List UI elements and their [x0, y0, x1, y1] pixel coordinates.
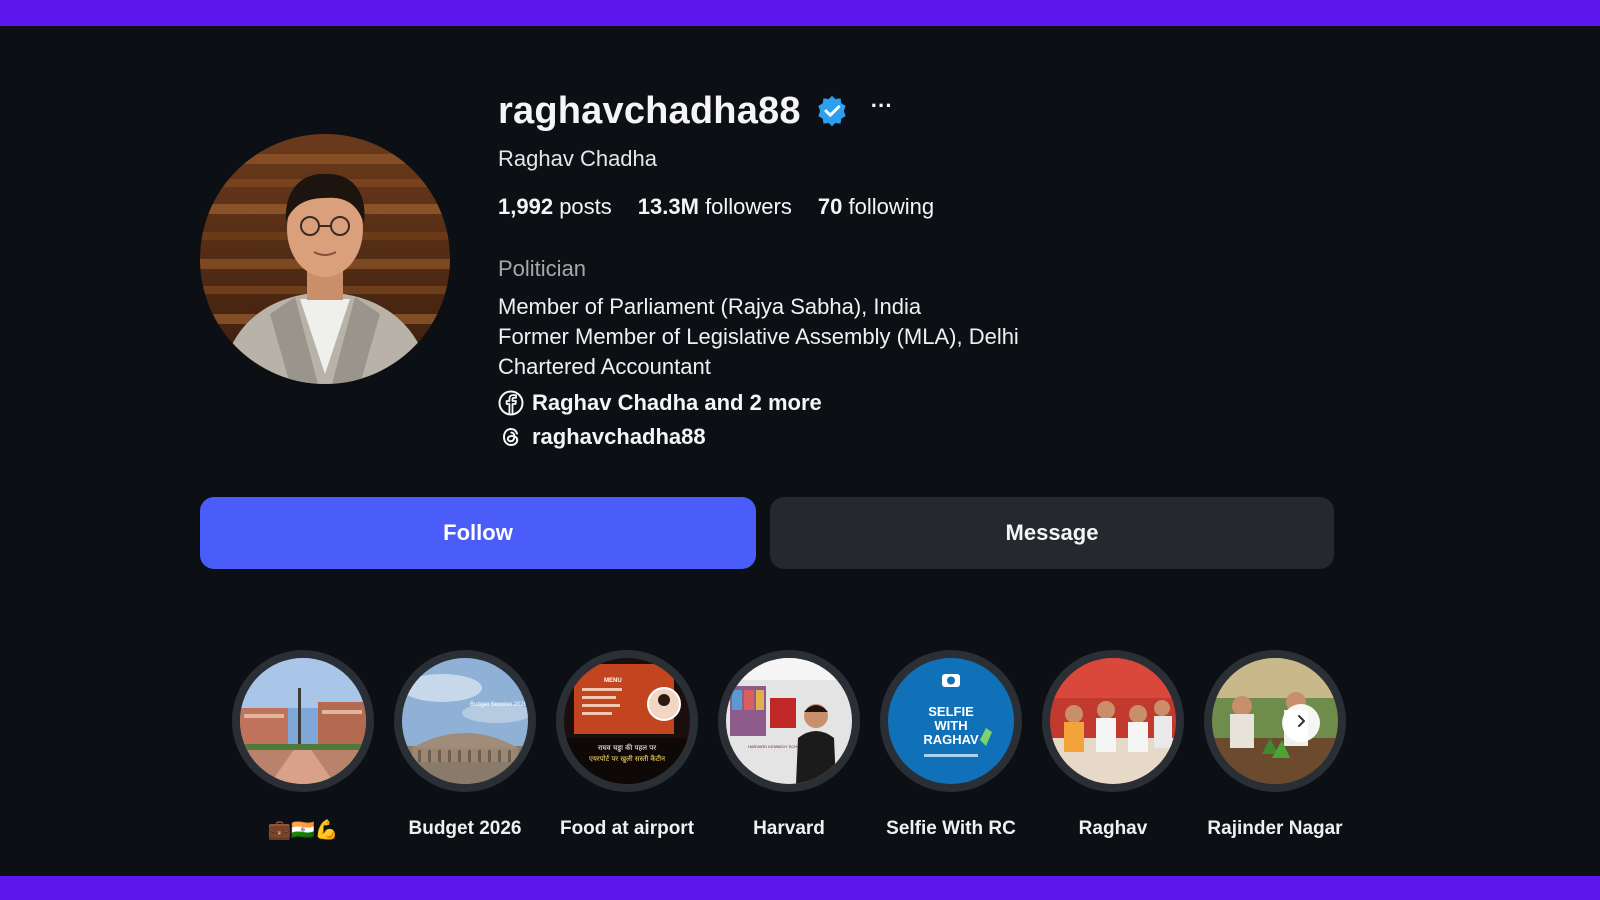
highlight-cover[interactable]: SELFIE WITH RAGHAV [880, 650, 1022, 792]
highlight-item[interactable]: Budget Session 2026 Budget 2026 [384, 650, 546, 840]
threads-icon [498, 424, 524, 450]
selfie-line1: SELFIE [928, 704, 974, 719]
bio-line: Former Member of Legislative Assembly (M… [498, 324, 1019, 349]
stat-followers[interactable]: 13.3M followers [638, 194, 792, 220]
highlight-cover[interactable]: HARVARD KENNEDY SCHOOL [718, 650, 860, 792]
budget-session-text: Budget Session 2026 [470, 702, 528, 708]
selfie-graphic: SELFIE WITH RAGHAV [888, 658, 1014, 784]
profile-bio: Member of Parliament (Rajya Sabha), Indi… [498, 292, 1198, 382]
menu-text: MENU [604, 678, 622, 684]
highlight-label: Budget 2026 [408, 818, 522, 839]
follow-button[interactable]: Follow [200, 497, 756, 569]
highlight-item[interactable]: Rajinder Nagar [1194, 650, 1356, 840]
highlight-label: 💼🇮🇳💪 [267, 820, 339, 841]
selfie-line2: WITH [934, 718, 967, 733]
highlight-cover[interactable] [232, 650, 374, 792]
highlight-item[interactable]: MENU राघव चड्ढा की पहल पर एयरपोर्ट पर खु… [546, 650, 708, 840]
food-caption-line2: एयरपोर्ट पर खुली सस्ती कैंटीन [589, 754, 665, 763]
message-button[interactable]: Message [770, 497, 1334, 569]
stat-posts[interactable]: 1,992 posts [498, 194, 612, 220]
raghav-event-photo [1050, 658, 1176, 784]
parliament-photo [240, 658, 366, 784]
highlight-cover[interactable]: Budget Session 2026 [394, 650, 536, 792]
more-options-button[interactable]: ··· [871, 95, 893, 117]
highlight-item[interactable]: HARVARD KENNEDY SCHOOL Harvard [708, 650, 870, 840]
stat-followers-value: 13.3M [637, 194, 699, 219]
highlight-cover[interactable] [1204, 650, 1346, 792]
highlight-label: Raghav [1078, 818, 1148, 839]
highlight-item[interactable]: SELFIE WITH RAGHAV Selfie With RC [870, 650, 1032, 840]
selfie-line3: RAGHAV [923, 732, 979, 747]
budget-photo: Budget Session 2026 [402, 658, 528, 784]
bottom-frame-bar [0, 876, 1600, 900]
food-caption-line1: राघव चड्ढा की पहल पर [598, 743, 656, 752]
bio-line: Chartered Accountant [498, 354, 711, 379]
highlights-next-button[interactable] [1282, 704, 1320, 742]
threads-link-label: raghavchadha88 [532, 424, 706, 449]
profile-info: raghavchadha88 ··· Raghav Chadha 1,992 p… [498, 86, 1198, 452]
bio-line: Member of Parliament (Rajya Sabha), Indi… [498, 294, 922, 319]
highlight-item[interactable]: Raghav [1032, 650, 1194, 840]
profile-category: Politician [498, 256, 587, 281]
stat-posts-label: posts [559, 194, 612, 219]
highlight-cover[interactable] [1042, 650, 1184, 792]
highlight-label: Selfie With RC [886, 818, 1016, 839]
profile-stats: 1,992 posts 13.3M followers 70 following [498, 194, 1198, 220]
profile-avatar[interactable] [200, 134, 450, 384]
story-highlights: 💼🇮🇳💪 Budget Session 2026 Budget 2026 MEN… [222, 650, 1346, 850]
top-frame-bar [0, 0, 1600, 26]
username: raghavchadha88 [498, 89, 801, 132]
profile-page: raghavchadha88 ··· Raghav Chadha 1,992 p… [0, 26, 1600, 876]
facebook-link[interactable]: Raghav Chadha and 2 more [498, 388, 1198, 418]
threads-link[interactable]: raghavchadha88 [498, 422, 1198, 452]
stat-following[interactable]: 70 following [818, 194, 934, 220]
verified-badge-icon [815, 94, 849, 128]
harvard-photo: HARVARD KENNEDY SCHOOL [726, 658, 852, 784]
facebook-link-label: Raghav Chadha and 2 more [532, 390, 822, 415]
stat-posts-value: 1,992 [498, 194, 554, 219]
highlight-label: Food at airport [559, 818, 695, 839]
highlight-label: Harvard [753, 818, 825, 839]
facebook-icon [498, 390, 524, 416]
username-row: raghavchadha88 ··· [498, 86, 1198, 136]
stat-following-label: following [848, 194, 935, 219]
full-name: Raghav Chadha [498, 146, 658, 171]
avatar-photo [200, 134, 450, 384]
highlight-item[interactable]: 💼🇮🇳💪 [222, 650, 384, 842]
highlight-label: Rajinder Nagar [1207, 818, 1343, 839]
highlight-cover[interactable]: MENU राघव चड्ढा की पहल पर एयरपोर्ट पर खु… [556, 650, 698, 792]
stat-following-value: 70 [817, 194, 843, 219]
chevron-right-icon [1293, 713, 1309, 734]
food-airport-photo: MENU राघव चड्ढा की पहल पर एयरपोर्ट पर खु… [564, 658, 690, 784]
stat-followers-label: followers [705, 194, 792, 219]
